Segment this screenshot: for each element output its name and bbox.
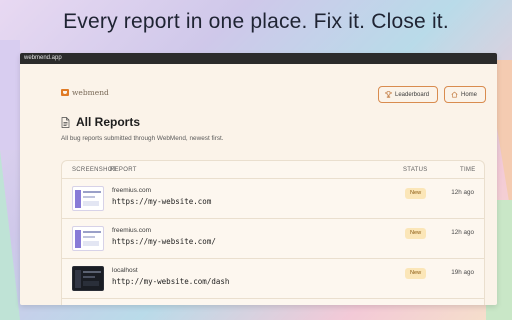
report-host: freemius.com	[112, 227, 152, 234]
column-header-time: TIME	[460, 167, 476, 173]
status-badge: New	[405, 228, 427, 239]
column-header-report: REPORT	[110, 167, 137, 173]
report-host: localhost	[112, 267, 138, 274]
marketing-headline: Every report in one place. Fix it. Close…	[63, 10, 449, 33]
home-label: Home	[461, 91, 478, 98]
window-titlebar: webmend.app	[20, 53, 497, 64]
report-host: freemius.com	[112, 187, 152, 194]
background-shape	[0, 40, 20, 150]
reports-table: SCREENSHOT REPORT STATUS TIME freemius.c…	[61, 160, 485, 305]
logo-icon	[61, 89, 69, 96]
report-url[interactable]: https://my-website.com	[112, 197, 211, 206]
report-time: 19h ago	[451, 269, 474, 276]
page-header: All Reports All bug reports submitted th…	[61, 115, 224, 142]
table-row[interactable]: freemius.com https://my-website.com/ New…	[62, 219, 484, 259]
report-time: 12h ago	[451, 229, 474, 236]
report-url[interactable]: https://my-website.com/	[112, 237, 216, 246]
home-button[interactable]: Home	[444, 86, 486, 103]
screenshot-thumbnail[interactable]	[72, 186, 104, 211]
column-header-status: STATUS	[403, 167, 428, 173]
document-icon	[61, 116, 70, 128]
leaderboard-label: Leaderboard	[395, 91, 430, 98]
app-window: webmend.app webmend Leaderboard Home All…	[20, 53, 497, 305]
screenshot-thumbnail[interactable]	[72, 266, 104, 291]
table-row[interactable]: freemius.com https://my-website.com New …	[62, 179, 484, 219]
screenshot-thumbnail[interactable]	[72, 226, 104, 251]
trophy-icon	[385, 91, 392, 98]
table-row[interactable]: localhost http://my-website.com/dash New…	[62, 259, 484, 299]
home-icon	[451, 91, 458, 98]
background-shape	[0, 150, 20, 320]
page-title: All Reports	[76, 115, 141, 129]
status-badge: New	[405, 188, 427, 199]
status-badge: New	[405, 268, 427, 279]
report-time: 12h ago	[451, 189, 474, 196]
top-nav: webmend Leaderboard Home	[20, 64, 497, 104]
brand-logo[interactable]: webmend	[61, 88, 109, 97]
report-url[interactable]: http://my-website.com/dash	[112, 277, 229, 286]
leaderboard-button[interactable]: Leaderboard	[378, 86, 438, 103]
table-header: SCREENSHOT REPORT STATUS TIME	[62, 161, 484, 179]
page-subtitle: All bug reports submitted through WebMen…	[61, 135, 224, 142]
brand-name: webmend	[72, 88, 109, 97]
